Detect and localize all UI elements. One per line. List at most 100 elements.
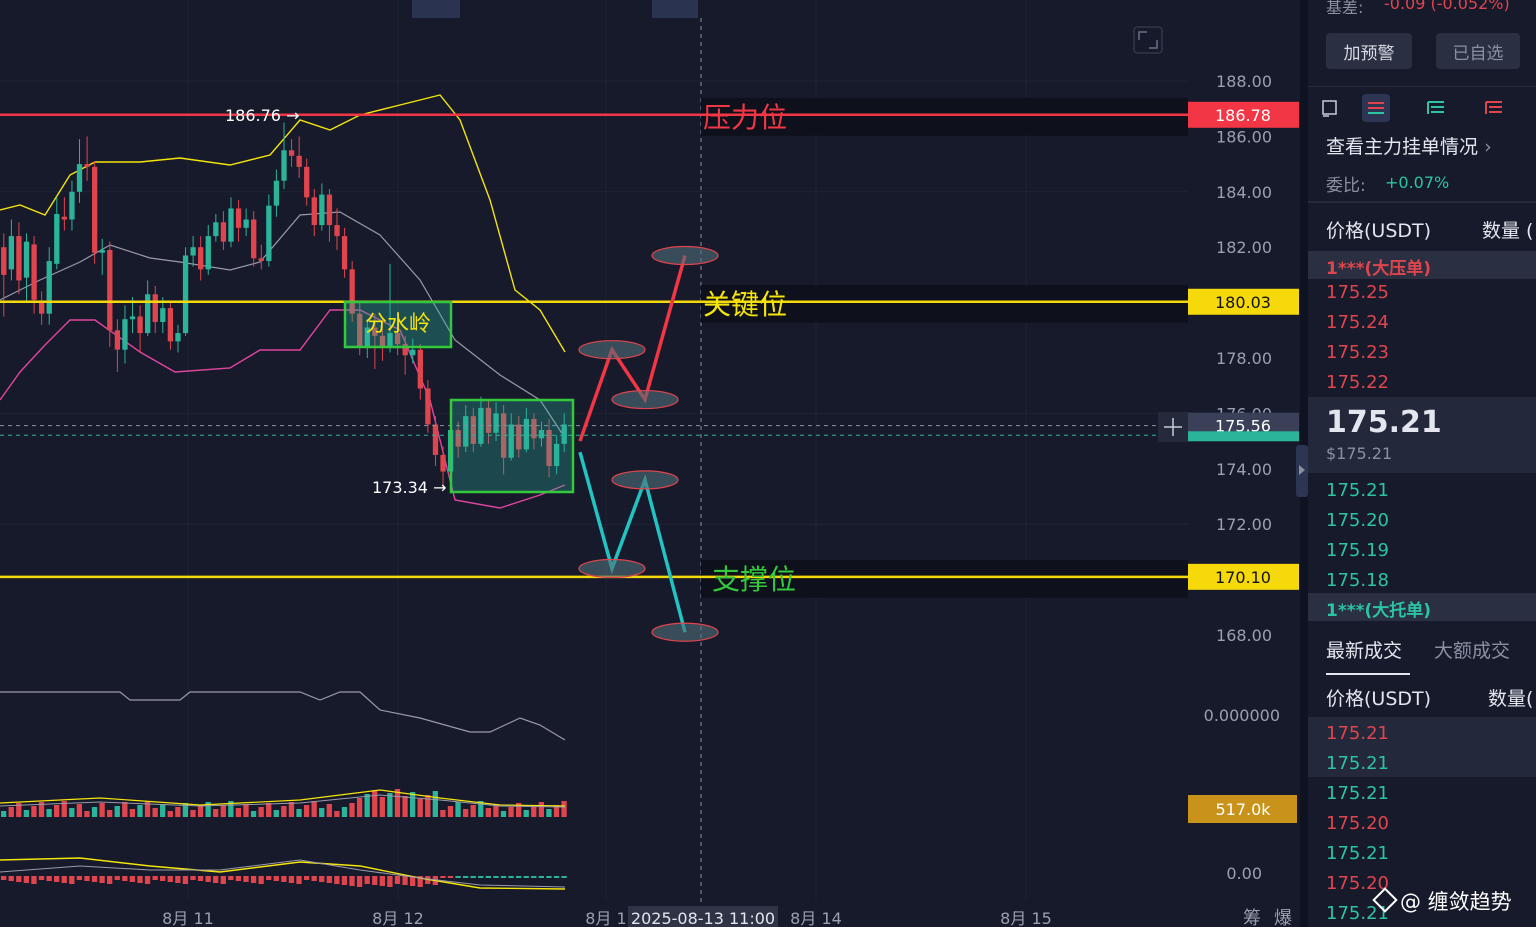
volume-bar [546, 809, 552, 817]
crosshair-plus-icon[interactable] [1158, 412, 1188, 442]
trade-row: 175.21 [1326, 723, 1389, 744]
candle-body [99, 249, 105, 253]
macd-bar [152, 876, 158, 880]
target-ellipse [651, 245, 719, 266]
bid-row[interactable]: 175.19 [1326, 540, 1389, 561]
volume-bar [99, 803, 105, 817]
candle-body [440, 454, 446, 472]
volume-bar [288, 802, 295, 817]
volume-bar [235, 808, 242, 817]
candle-body [114, 330, 121, 350]
bid-row[interactable]: 175.18 [1326, 570, 1389, 591]
macd-bar [303, 876, 310, 880]
book-bids-icon[interactable] [1422, 94, 1450, 122]
macd-bar [69, 876, 75, 884]
macd-bar [387, 876, 393, 887]
macd-bar [84, 876, 90, 881]
ask-row[interactable]: 175.23 [1326, 342, 1389, 363]
main-orders-link[interactable]: 查看主力挂单情况 › [1326, 132, 1492, 159]
macd-bar [493, 876, 499, 878]
macd-bar [250, 876, 257, 883]
macd-bar [538, 876, 545, 878]
collapse-handle[interactable] [1296, 445, 1308, 497]
candle-body [76, 164, 83, 192]
volume-bar [23, 810, 30, 817]
trade-row: 175.21 [1326, 843, 1389, 864]
macd-bar [243, 876, 249, 882]
ask-row[interactable]: 175.24 [1326, 312, 1389, 333]
candle-body [198, 247, 204, 270]
candle-body [235, 208, 242, 228]
x-tick-label: 8月 15 [1000, 909, 1052, 927]
book-asks-icon[interactable] [1480, 94, 1508, 122]
candle-body [281, 150, 287, 181]
chevron-right-icon [1299, 465, 1305, 475]
volume-bar [372, 790, 378, 817]
layout-icon[interactable] [1316, 94, 1344, 122]
macd-bar [46, 876, 52, 881]
macd-bar [561, 876, 567, 878]
price-chart[interactable]: 分水岭 188.00186.00184.00182.00180.00178.00… [0, 0, 1300, 927]
volume-bar [500, 811, 507, 817]
basis-label: 基差: [1326, 0, 1364, 17]
big-bid-order[interactable]: 1***(大托单) [1326, 596, 1431, 621]
macd-bar [281, 876, 287, 882]
volume-bar [440, 810, 446, 817]
ask-row[interactable]: 175.25 [1326, 282, 1389, 303]
macd-bar [122, 876, 128, 881]
volume-bar [531, 806, 537, 817]
macd-bar [190, 876, 196, 880]
y-tick-label: 178.00 [1216, 349, 1272, 368]
macd-bar [258, 876, 264, 884]
x-tick-label: 8月 1 [585, 909, 626, 927]
tab-underline [1326, 673, 1410, 675]
macd-bar [228, 876, 234, 880]
volume-bar [84, 811, 90, 817]
macd-bar [182, 876, 189, 884]
volume-bar [1, 811, 7, 817]
watchlist-button[interactable]: 已自选 [1436, 33, 1520, 69]
bid-row[interactable]: 175.20 [1326, 510, 1389, 531]
macd-bar [288, 876, 295, 883]
bid-row[interactable]: 175.21 [1326, 480, 1389, 501]
add-alert-button[interactable]: 加预警 [1326, 33, 1412, 69]
big-ask-order[interactable]: 1***(大压单) [1326, 254, 1431, 279]
volume-bar [470, 805, 476, 817]
macd-bar [137, 876, 143, 883]
candle-body [304, 166, 310, 198]
ask-row[interactable]: 175.22 [1326, 372, 1389, 393]
x-tick-label: 8月 12 [372, 909, 424, 927]
macd-bar [205, 876, 211, 882]
last-price-tag [1188, 431, 1299, 442]
col-price: 价格(USDT) [1326, 220, 1432, 242]
volume-bar [296, 809, 302, 817]
macd-bar [485, 876, 491, 878]
macd-bar [266, 876, 272, 880]
order-book-panel: 基差: -0.09 (-0.052%) 加预警 已自选 查看主力挂单情况 › 委… [1308, 0, 1536, 927]
candle-body [54, 213, 60, 264]
volume-bar [379, 797, 385, 817]
macd-bar [213, 876, 219, 883]
macd-bar [107, 876, 113, 884]
ratio-label: 委比: [1326, 176, 1366, 196]
book-both-icon[interactable] [1362, 94, 1390, 122]
panel-divider[interactable] [1296, 0, 1308, 927]
macd-bar [553, 876, 560, 878]
tab-large-trades[interactable]: 大额成交 [1434, 636, 1510, 663]
volume-bar [303, 805, 310, 817]
volume-bar [258, 807, 264, 817]
volume-bar [281, 806, 287, 817]
macd-bar [8, 876, 14, 881]
macd-bar [462, 876, 469, 878]
volume-bar [326, 804, 332, 817]
macd-bar [273, 876, 279, 881]
candle-body [319, 194, 325, 226]
candle-body [129, 316, 136, 320]
trade-row: 175.20 [1326, 813, 1389, 834]
macd-bar [235, 876, 242, 881]
macd-bar [1, 876, 7, 880]
candle-body [182, 255, 189, 334]
tab-latest-trades[interactable]: 最新成交 [1326, 636, 1402, 663]
macd-bar [38, 876, 45, 880]
macd-bar [470, 876, 476, 878]
